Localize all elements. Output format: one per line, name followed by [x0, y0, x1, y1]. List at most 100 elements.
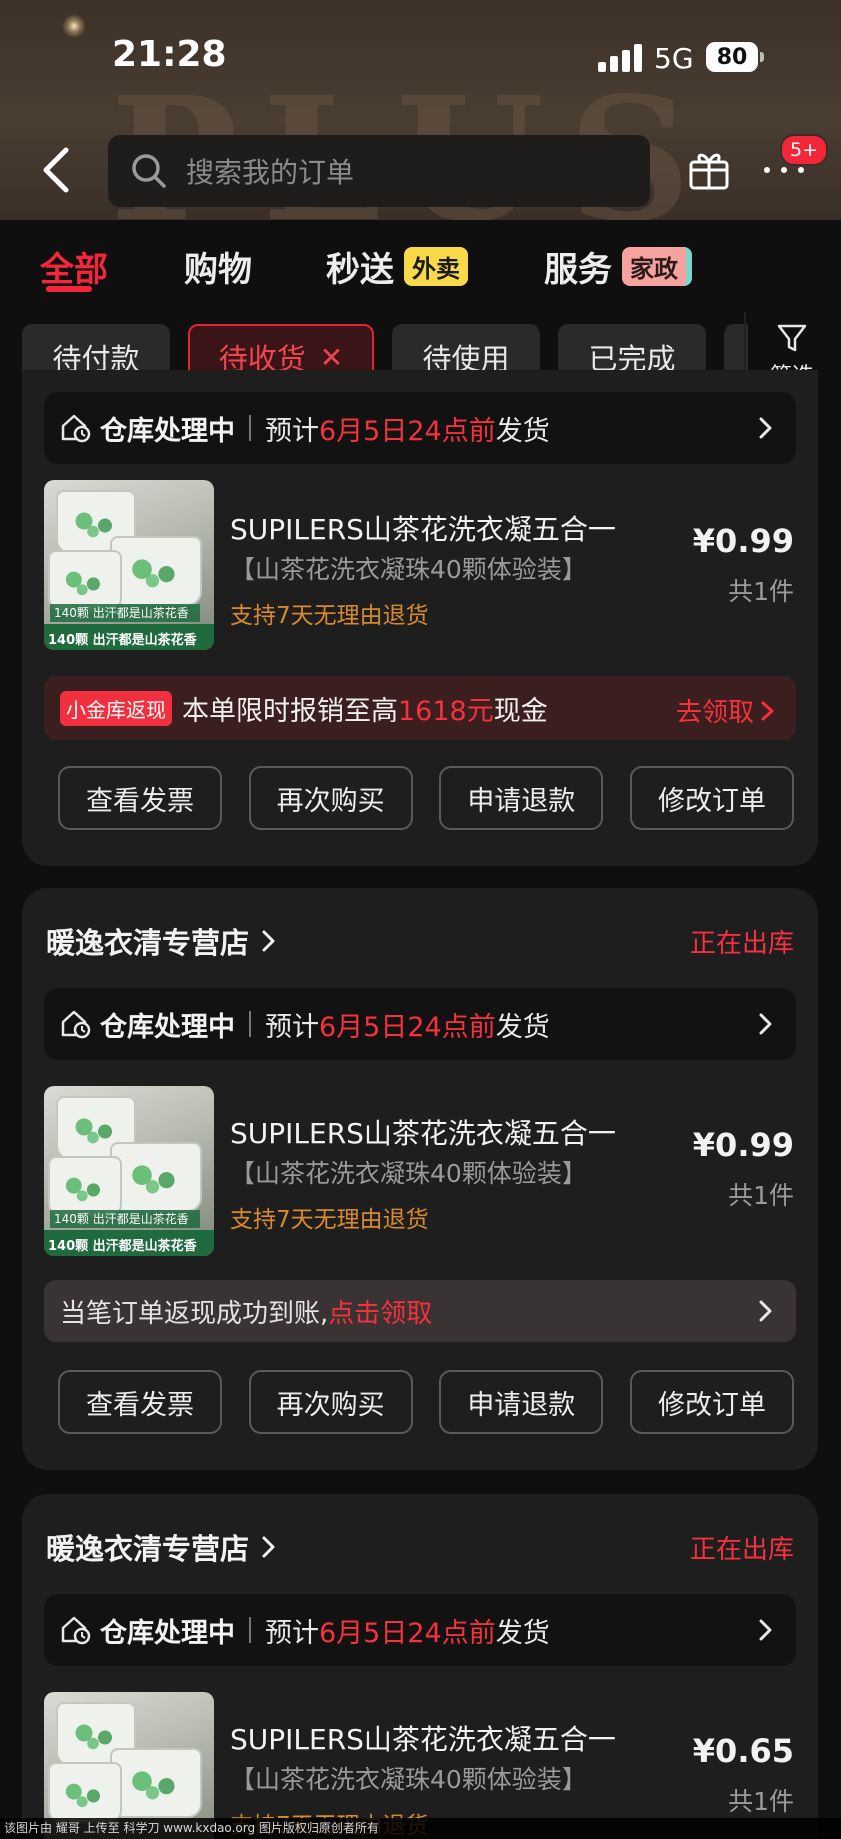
product-title[interactable]: SUPILERS山茶花洗衣凝五合一	[230, 1112, 616, 1152]
order-card[interactable]: 暖逸衣清专营店 正在出库 仓库处理中 预计 6月5日24点前 发货 SUPILE…	[22, 1494, 818, 1839]
chevron-left-icon	[43, 147, 69, 193]
cashback-text: 当笔订单返现成功到账,	[60, 1298, 329, 1329]
more-dot-icon	[781, 167, 787, 173]
signal-icon	[598, 44, 642, 72]
takeout-tag: 外卖	[404, 247, 468, 286]
tab-all[interactable]: 全部	[40, 242, 108, 291]
product-tub-graphic	[48, 1156, 122, 1218]
battery-icon: 80	[706, 42, 764, 72]
chevron-right-icon	[759, 417, 772, 439]
tab-label: 秒送	[326, 250, 394, 290]
order-status: 正在出库	[689, 1534, 794, 1565]
source-watermark: 该图片由 耀哥 上传至 科学刀 www.kxdao.org 图片版权归原创者所有	[0, 1818, 841, 1839]
store-link[interactable]: 暖逸衣清专营店	[46, 920, 277, 962]
back-button[interactable]	[40, 146, 76, 194]
image-banner-text: 140颗 出汗都是山茶花香	[48, 1239, 197, 1254]
modify-order-button[interactable]: 修改订单	[629, 1370, 794, 1434]
divider	[249, 415, 251, 441]
request-refund-button[interactable]: 申请退款	[439, 1370, 604, 1434]
product-image[interactable]: 140颗 出汗都是山茶花香 140颗 出汗都是山茶花香	[44, 480, 214, 650]
product-tub-graphic	[48, 1762, 122, 1824]
notification-badge: 5+	[780, 134, 829, 166]
gift-icon	[689, 153, 729, 190]
chevron-right-icon	[759, 1619, 772, 1641]
gift-button[interactable]	[686, 146, 732, 192]
store-name: 暖逸衣清专营店	[46, 926, 250, 960]
chevron-right-icon	[761, 701, 774, 720]
order-actions: 查看发票 再次购买 申请退款 修改订单	[58, 766, 794, 830]
claim-link[interactable]: 去领取	[676, 692, 776, 729]
status-time: 21:28	[112, 34, 227, 75]
shipping-status: 仓库处理中	[100, 1617, 235, 1649]
image-caption: 140颗 出汗都是山茶花香	[50, 604, 200, 622]
cashback-link[interactable]: 点击领取	[328, 1293, 432, 1330]
tab-shopping[interactable]: 购物	[184, 242, 252, 291]
estimate-date: 6月5日24点前	[319, 1011, 496, 1043]
warehouse-clock-icon	[61, 1616, 91, 1645]
housekeeping-tag: 家政	[622, 247, 692, 286]
shipping-status-row[interactable]: 仓库处理中 预计 6月5日24点前 发货	[44, 392, 796, 464]
promo-text: 本单限时报销至高1618元现金	[182, 689, 548, 728]
product-image[interactable]: 140颗 出汗都是山茶花香 140颗 出汗都是山茶花香	[44, 1086, 214, 1256]
more-dot-icon	[764, 167, 770, 173]
product-quantity: 共1件	[728, 1787, 794, 1816]
buy-again-button[interactable]: 再次购买	[248, 1370, 413, 1434]
cashback-notice-row[interactable]: 当笔订单返现成功到账, 点击领取	[44, 1280, 796, 1342]
search-bar[interactable]: 搜索我的订单	[108, 135, 650, 207]
close-icon[interactable]: ✕	[320, 341, 343, 374]
estimate-prefix: 预计	[265, 1617, 319, 1649]
product-title[interactable]: SUPILERS山茶花洗衣凝五合一	[230, 1718, 616, 1758]
chevron-right-icon	[759, 1013, 772, 1035]
product-title[interactable]: SUPILERS山茶花洗衣凝五合一	[230, 508, 616, 548]
image-caption: 140颗 出汗都是山茶花香	[50, 1210, 200, 1228]
return-policy: 支持7天无理由退货	[230, 603, 429, 629]
tab-service[interactable]: 服务 家政	[544, 242, 692, 291]
order-card[interactable]: 暖逸衣清专营店 正在出库 仓库处理中 预计 6月5日24点前 发货 140颗 出…	[22, 888, 818, 1470]
product-tub-graphic	[110, 536, 202, 606]
order-status: 正在出库	[689, 928, 794, 959]
battery-level: 80	[716, 44, 748, 70]
product-image[interactable]	[44, 1692, 214, 1839]
chevron-right-icon	[262, 1536, 275, 1558]
shipping-status-row[interactable]: 仓库处理中 预计 6月5日24点前 发货	[44, 988, 796, 1060]
promo-text-pre: 本单限时报销至高	[182, 695, 398, 727]
request-refund-button[interactable]: 申请退款	[439, 766, 604, 830]
store-row: 暖逸衣清专营店 正在出库	[46, 918, 794, 964]
estimate-date: 6月5日24点前	[319, 415, 496, 447]
store-name: 暖逸衣清专营店	[46, 1532, 250, 1566]
product-quantity: 共1件	[728, 577, 794, 606]
order-actions: 查看发票 再次购买 申请退款 修改订单	[58, 1370, 794, 1434]
view-invoice-button[interactable]: 查看发票	[58, 766, 222, 830]
product-quantity: 共1件	[728, 1181, 794, 1210]
claim-link-label: 去领取	[675, 698, 754, 728]
promo-text-post: 现金	[493, 695, 548, 727]
chevron-right-icon	[759, 1300, 772, 1322]
view-invoice-button[interactable]: 查看发票	[58, 1370, 222, 1434]
product-spec: 【山茶花洗衣凝珠40颗体验装】	[230, 555, 587, 584]
buy-again-button[interactable]: 再次购买	[248, 766, 413, 830]
store-link[interactable]: 暖逸衣清专营店	[46, 1526, 277, 1568]
sparkle-decoration	[62, 14, 86, 38]
shipping-status: 仓库处理中	[100, 1011, 235, 1043]
store-row: 暖逸衣清专营店 正在出库	[46, 1524, 794, 1570]
cashback-promo-row[interactable]: 小金库返现 本单限时报销至高1618元现金 去领取	[44, 676, 796, 740]
return-policy: 支持7天无理由退货	[230, 1207, 429, 1233]
tab-express[interactable]: 秒送 外卖	[326, 242, 468, 291]
tab-label: 服务	[544, 250, 612, 290]
shipping-status-row[interactable]: 仓库处理中 预计 6月5日24点前 发货	[44, 1594, 796, 1666]
estimate-suffix: 发货	[495, 1011, 550, 1043]
order-card[interactable]: 仓库处理中 预计 6月5日24点前 发货 140颗 出汗都是山茶花香 140颗 …	[22, 370, 818, 866]
estimate-prefix: 预计	[265, 415, 319, 447]
tab-label: 购物	[184, 250, 252, 290]
search-placeholder: 搜索我的订单	[186, 156, 355, 189]
modify-order-button[interactable]: 修改订单	[629, 766, 794, 830]
tab-label: 全部	[40, 250, 108, 290]
estimate-date: 6月5日24点前	[319, 1617, 496, 1649]
product-tub-graphic	[48, 550, 122, 612]
promo-badge: 小金库返现	[60, 690, 172, 726]
main-tabs: 全部 购物 秒送 外卖 服务 家政	[0, 220, 841, 310]
shipping-status: 仓库处理中	[100, 415, 235, 447]
product-spec: 【山茶花洗衣凝珠40颗体验装】	[230, 1765, 587, 1794]
product-price: ¥0.99	[692, 522, 794, 560]
estimate-suffix: 发货	[495, 1617, 550, 1649]
